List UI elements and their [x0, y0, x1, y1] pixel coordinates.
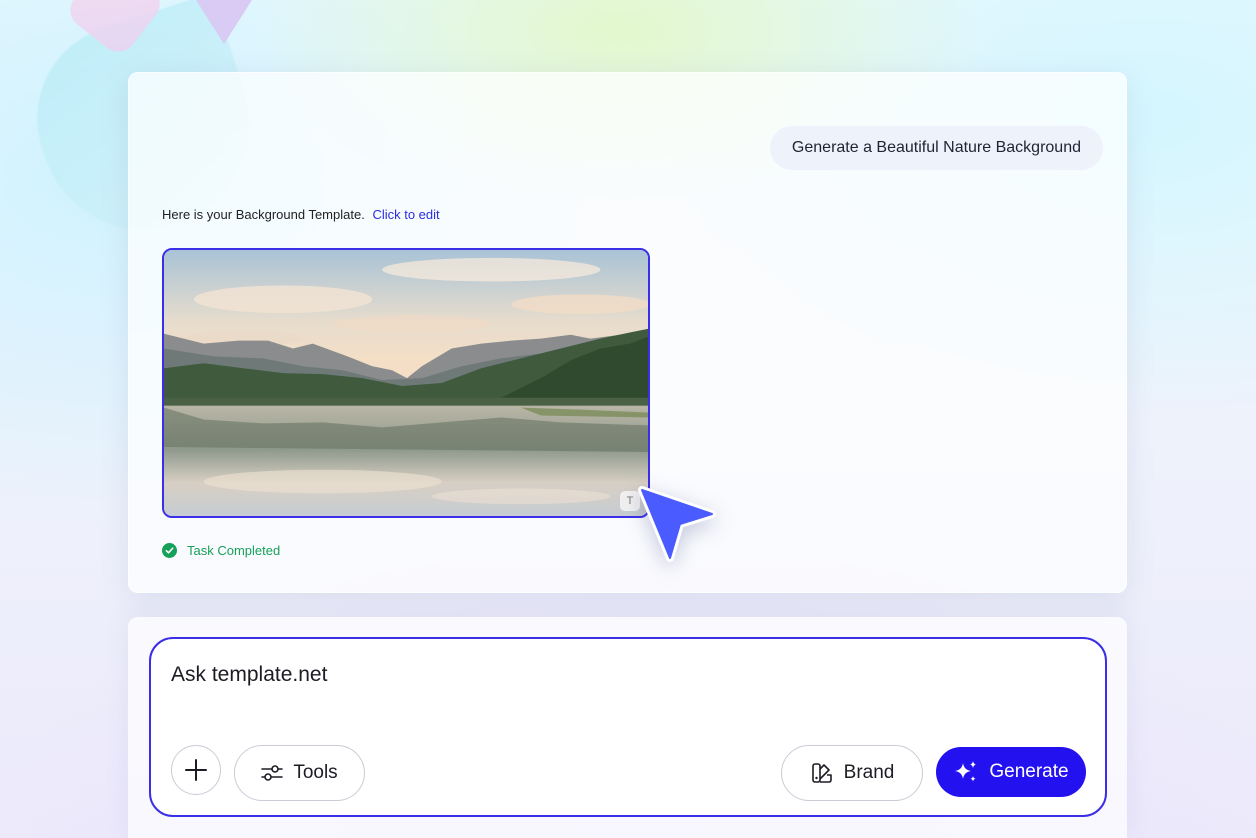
check-circle-icon: [162, 543, 177, 558]
background-template-image[interactable]: [162, 248, 650, 518]
add-button[interactable]: [171, 745, 221, 795]
nature-landscape-image: [164, 250, 648, 516]
sparkle-icon: [955, 761, 977, 782]
brand-button[interactable]: Brand: [781, 745, 923, 801]
user-message-bubble: Generate a Beautiful Nature Background: [769, 126, 1103, 170]
click-to-edit-link[interactable]: Click to edit: [372, 207, 439, 222]
prompt-composer: Tools Brand Generate: [149, 637, 1107, 817]
status-text: Task Completed: [187, 543, 281, 558]
composer-panel: Tools Brand Generate: [128, 617, 1127, 838]
pointer-arrow-icon: [636, 484, 720, 568]
tools-button[interactable]: Tools: [234, 745, 365, 801]
task-status: Task Completed: [162, 543, 280, 558]
palette-icon: [811, 763, 832, 783]
chat-panel: Generate a Beautiful Nature Background H…: [128, 72, 1127, 593]
tools-label: Tools: [293, 762, 338, 783]
sliders-icon: [261, 765, 284, 781]
generate-label: Generate: [989, 761, 1069, 782]
decorative-violet-triangle: [196, 0, 252, 44]
plus-icon: [185, 759, 207, 781]
generate-button[interactable]: Generate: [936, 747, 1086, 797]
assistant-intro-text: Here is your Background Template.: [162, 207, 365, 222]
assistant-message: Here is your Background Template. Click …: [162, 207, 440, 222]
prompt-input[interactable]: [171, 663, 1071, 687]
brand-label: Brand: [843, 762, 895, 783]
